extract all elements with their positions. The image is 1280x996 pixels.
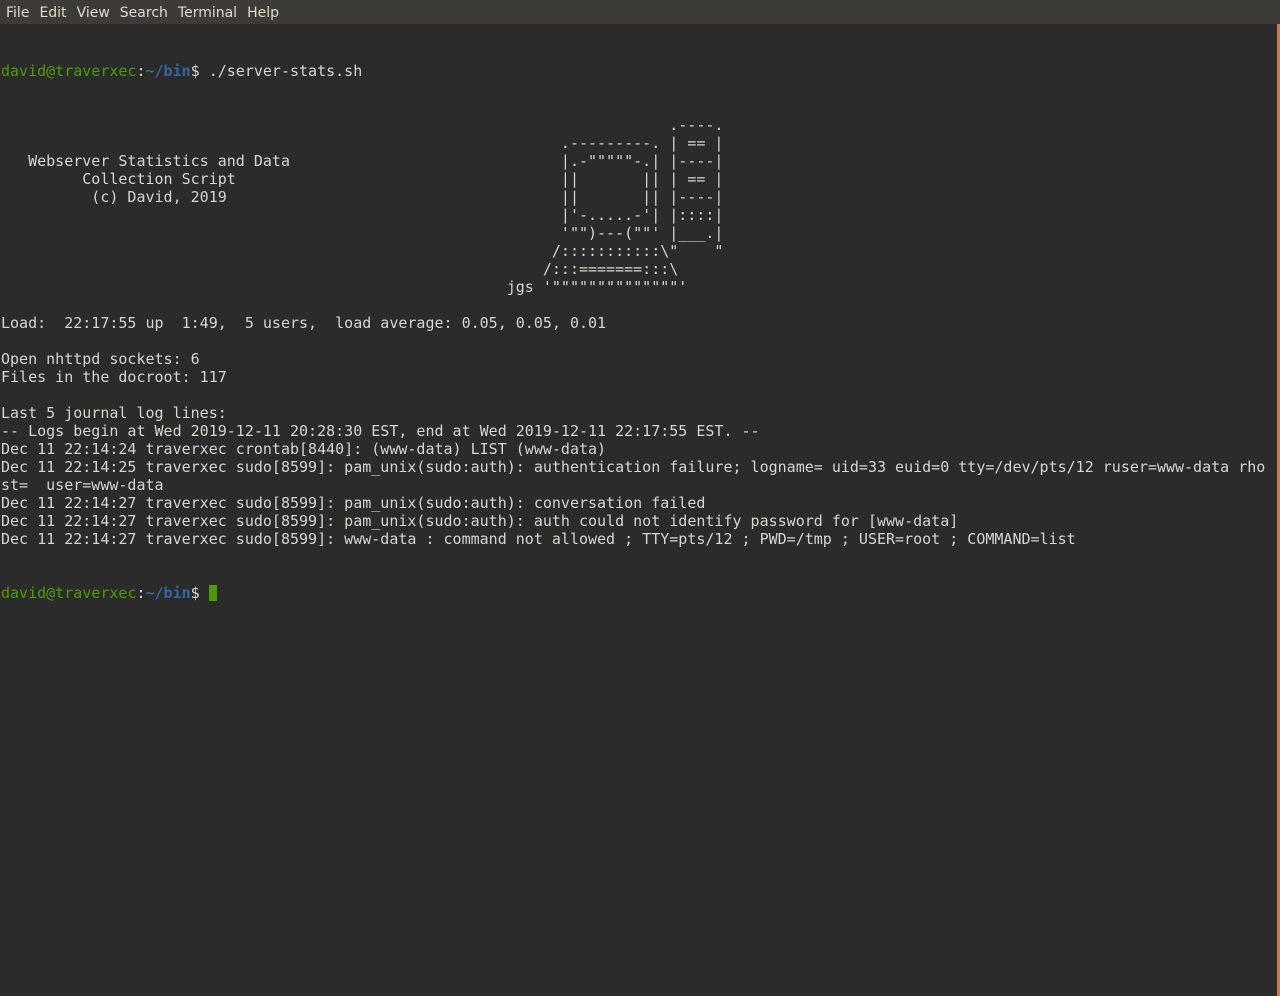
output-line: Dec 11 22:14:27 traverxec sudo[8599]: ww… [1, 530, 1076, 548]
menu-edit[interactable]: Edit [35, 1, 72, 23]
output-line: jgs '""""""""""""""' [1, 278, 688, 296]
menu-terminal[interactable]: Terminal [174, 1, 243, 23]
prompt-separator: : [136, 62, 146, 80]
prompt-user-host: david@traverxec [1, 584, 137, 602]
active-prompt-line[interactable]: david@traverxec:~/bin$ [1, 584, 1274, 602]
command-line: david@traverxec:~/bin$ ./server-stats.sh [1, 62, 1274, 80]
output-line: Dec 11 22:14:24 traverxec crontab[8440]:… [1, 440, 607, 458]
output-line: Files in the docroot: 117 [1, 368, 227, 386]
menu-file[interactable]: File [2, 1, 35, 23]
output-line: Open nhttpd sockets: 6 [1, 350, 200, 368]
output-line: |'-.....-'| |::::| [1, 206, 724, 224]
terminal-output-area[interactable]: david@traverxec:~/bin$ ./server-stats.sh… [0, 24, 1274, 996]
output-line: Dec 11 22:14:27 traverxec sudo[8599]: pa… [1, 494, 706, 512]
prompt-path: ~/bin [145, 62, 191, 80]
text-cursor [208, 585, 217, 601]
output-line: '"")---(""' |___.| [1, 224, 724, 242]
output-line: .---------. | == | [1, 134, 724, 152]
output-line: .----. [1, 116, 724, 134]
prompt-symbol: $ [190, 62, 209, 80]
prompt-path: ~/bin [145, 584, 191, 602]
output-line: Collection Script || || | == | [1, 170, 724, 188]
terminal-window: File Edit View Search Terminal Help davi… [0, 0, 1280, 996]
scrollbar[interactable] [1274, 24, 1280, 996]
prompt-separator: : [136, 584, 146, 602]
prompt-symbol: $ [190, 584, 209, 602]
output-line: Webserver Statistics and Data |.-"""""-.… [1, 152, 724, 170]
output-line: /:::::::::::\" " [1, 242, 724, 260]
output-line: Dec 11 22:14:27 traverxec sudo[8599]: pa… [1, 512, 959, 530]
menu-bar: File Edit View Search Terminal Help [0, 0, 1280, 24]
output-line: Last 5 journal log lines: [1, 404, 227, 422]
output-line: -- Logs begin at Wed 2019-12-11 20:28:30… [1, 422, 760, 440]
output-line: (c) David, 2019 || || |----| [1, 188, 724, 206]
menu-help[interactable]: Help [243, 1, 285, 23]
output-line: st= user=www-data [1, 476, 164, 494]
prompt-user-host: david@traverxec [1, 62, 137, 80]
menu-view[interactable]: View [73, 1, 116, 23]
output-line: Load: 22:17:55 up 1:49, 5 users, load av… [1, 314, 607, 332]
output-line: /:::=======:::\ [1, 260, 679, 278]
command-output: .----. .---------. | == | Webserver Stat… [1, 116, 1274, 548]
command-text: ./server-stats.sh [208, 62, 363, 80]
menu-search[interactable]: Search [116, 1, 174, 23]
terminal-lines: david@traverxec:~/bin$ ./server-stats.sh… [0, 24, 1274, 638]
output-line: Dec 11 22:14:25 traverxec sudo[8599]: pa… [1, 458, 1266, 476]
